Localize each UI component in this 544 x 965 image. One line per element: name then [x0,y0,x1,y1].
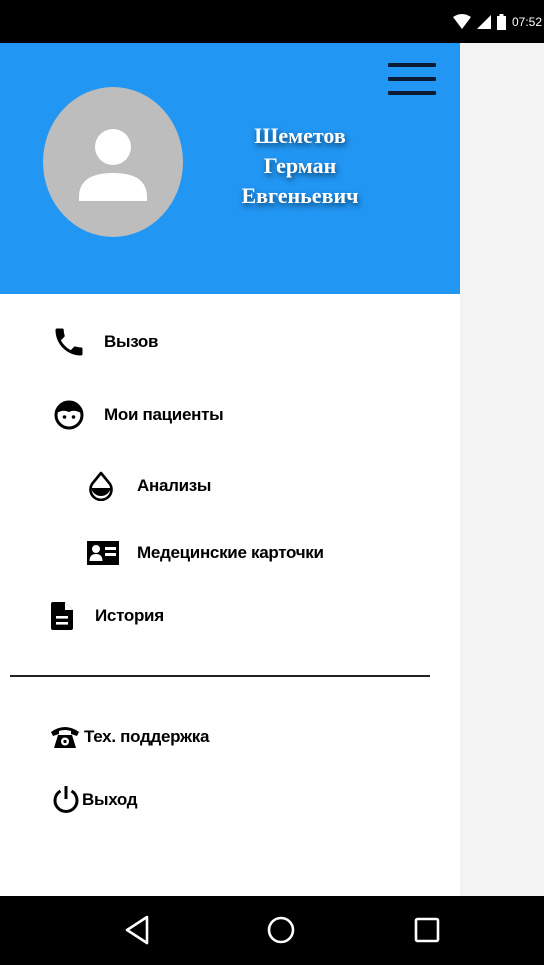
status-time: 07:52 [511,14,542,29]
system-navigation-bar [0,896,544,965]
menu-item-analyses[interactable]: Анализы [85,466,211,506]
status-icons: 07:52 [452,0,544,43]
menu-item-label: Медецинские карточки [137,543,324,562]
navigation-drawer: Шеметов Герман Евгеньевич Вызов Мои паци… [0,43,460,896]
back-button[interactable] [117,910,157,950]
menu-item-my-patients[interactable]: Мои пациенты [50,395,224,435]
user-name-patronymic: Евгеньевич [241,183,359,208]
menu-item-history[interactable]: История [50,596,164,636]
menu-item-label: История [95,606,164,625]
home-icon [267,916,295,944]
signal-icon [476,14,491,29]
recents-button[interactable] [407,910,447,950]
avatar[interactable] [43,87,183,237]
home-button[interactable] [261,910,301,950]
back-icon [125,915,149,945]
user-name: Шеметов Герман Евгеньевич [200,121,400,211]
menu-item-medical-cards[interactable]: Медецинские карточки [85,533,324,573]
menu-divider [10,675,430,677]
power-icon [52,785,80,815]
recents-icon [414,917,440,943]
menu-item-label: Выход [82,790,138,809]
hamburger-menu-icon [388,63,436,67]
user-name-first: Герман [263,153,337,178]
user-name-last: Шеметов [254,123,346,148]
drawer-header: Шеметов Герман Евгеньевич [0,43,460,294]
document-icon [50,602,74,630]
menu-item-call[interactable]: Вызов [50,322,158,362]
wifi-icon [452,13,471,29]
menu-item-label: Вызов [104,332,159,351]
menu-item-logout[interactable]: Выход [52,780,138,820]
telephone-icon [50,724,80,750]
person-icon [79,129,147,201]
main-content-area [460,43,544,896]
phone-icon [50,324,88,360]
face-icon [50,400,88,430]
hamburger-menu-button[interactable] [386,59,438,99]
menu-item-label: Тех. поддержка [84,727,210,746]
status-bar: 07:52 [0,0,544,43]
menu-item-label: Анализы [137,476,212,495]
menu-item-label: Мои пациенты [104,405,224,424]
menu-item-tech-support[interactable]: Тех. поддержка [50,717,209,757]
drop-icon [85,471,117,501]
battery-icon [496,13,506,30]
id-card-icon [85,540,121,566]
